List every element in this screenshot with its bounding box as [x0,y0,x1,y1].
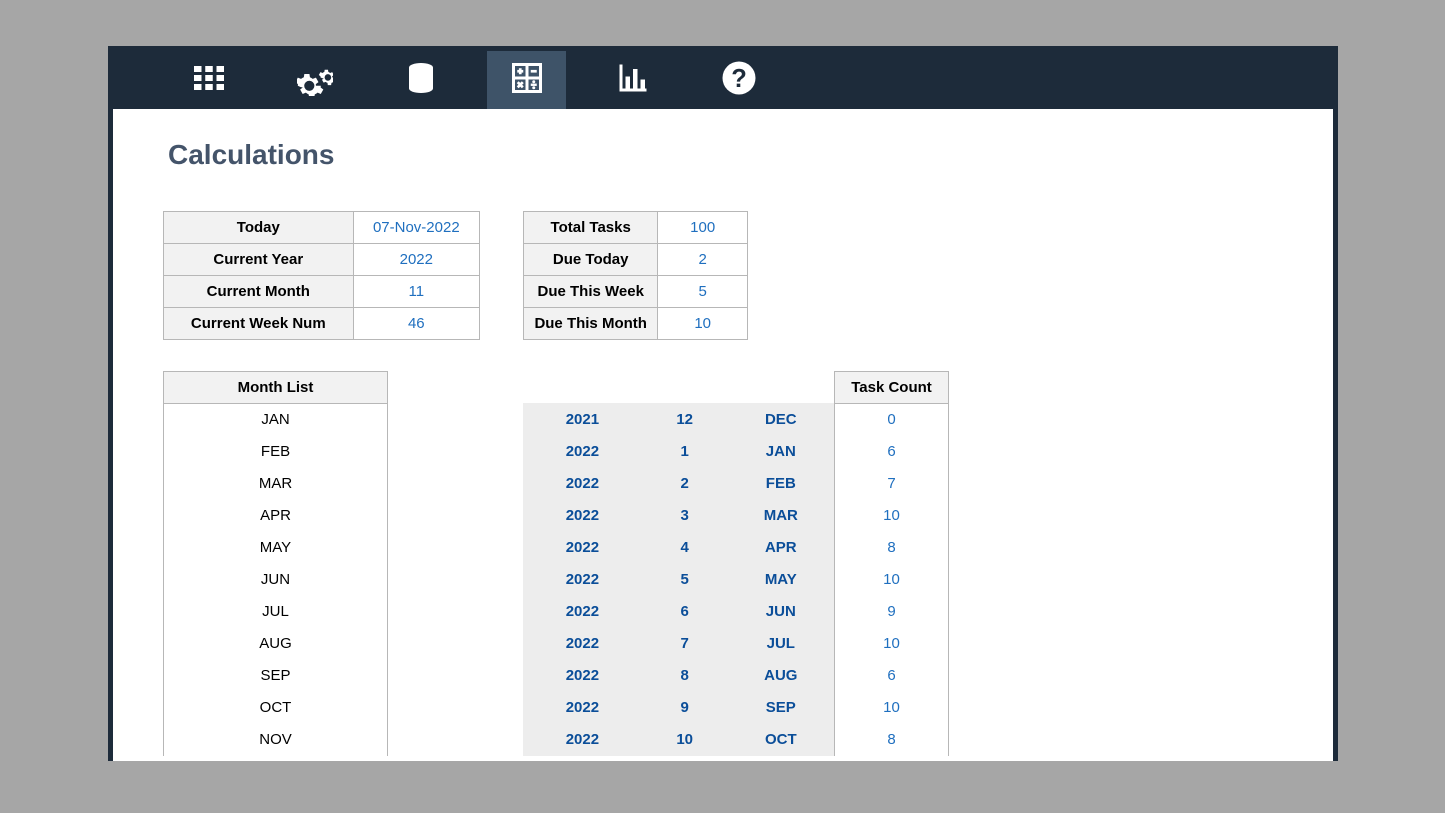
metric-label: Due Today [524,244,658,276]
task-count-value: 6 [835,436,949,468]
task-count-value: 8 [835,532,949,564]
metric-label: Current Month [164,276,354,308]
navbar: ? [113,51,1333,109]
ym-year: 2022 [524,660,642,692]
ym-month: JUN [728,596,833,628]
ym-month: MAR [728,500,833,532]
page-title: Calculations [168,139,334,171]
task-count-value: 10 [835,692,949,724]
ym-year: 2022 [524,628,642,660]
metric-value: 5 [658,276,748,308]
task-count-value: 10 [835,628,949,660]
ym-year: 2022 [524,596,642,628]
month-list-item: OCT [164,692,388,724]
year-month-block: 202112DEC20221JAN20222FEB20223MAR20224AP… [523,403,834,756]
ym-month: SEP [728,692,833,724]
task-metrics-table: Total Tasks100Due Today2Due This Week5Du… [523,211,748,340]
month-list-header: Month List [164,372,388,404]
month-list-item: APR [164,500,388,532]
month-list-item: JUN [164,564,388,596]
database-icon [403,60,439,101]
month-list-item: JUL [164,596,388,628]
nav-grid[interactable] [169,51,248,109]
ym-month: FEB [728,468,833,500]
help-icon: ? [721,60,757,101]
month-list-item: JAN [164,404,388,436]
month-list-item: NOV [164,724,388,756]
month-list-item: AUG [164,628,388,660]
metric-value: 46 [353,308,479,340]
task-count-value: 10 [835,500,949,532]
ym-num: 2 [641,468,728,500]
month-list-item: MAR [164,468,388,500]
ym-num: 9 [641,692,728,724]
date-metrics-table: Today07-Nov-2022Current Year2022Current … [163,211,480,340]
task-count-header: Task Count [835,372,949,404]
task-count-value: 9 [835,596,949,628]
ym-num: 8 [641,660,728,692]
calculator-icon [509,60,545,101]
task-count-value: 8 [835,724,949,756]
ym-num: 1 [641,436,728,468]
ym-month: AUG [728,660,833,692]
task-count-value: 10 [835,564,949,596]
nav-settings[interactable] [275,51,354,109]
metric-label: Current Week Num [164,308,354,340]
ym-num: 7 [641,628,728,660]
ym-year: 2022 [524,436,642,468]
ym-num: 10 [641,724,728,756]
ym-month: JAN [728,436,833,468]
gears-icon [297,60,333,101]
metric-label: Due This Month [524,308,658,340]
metric-value: 2 [658,244,748,276]
metric-label: Today [164,212,354,244]
nav-data[interactable] [381,51,460,109]
ym-month: MAY [728,564,833,596]
svg-text:?: ? [731,65,747,93]
ym-num: 6 [641,596,728,628]
app-frame: ? Calculations Today07-Nov-2022Current Y… [108,46,1338,761]
metric-value: 07-Nov-2022 [353,212,479,244]
month-list-item: SEP [164,660,388,692]
ym-month: JUL [728,628,833,660]
metric-value: 2022 [353,244,479,276]
task-count-value: 7 [835,468,949,500]
ym-num: 4 [641,532,728,564]
ym-num: 5 [641,564,728,596]
month-list-table: Month List JANFEBMARAPRMAYJUNJULAUGSEPOC… [163,371,388,756]
ym-month: DEC [728,404,833,436]
month-list-item: FEB [164,436,388,468]
nav-charts[interactable] [593,51,672,109]
ym-month: APR [728,532,833,564]
ym-year: 2022 [524,692,642,724]
month-list-item: MAY [164,532,388,564]
metric-value: 10 [658,308,748,340]
ym-year: 2022 [524,724,642,756]
task-count-value: 6 [835,660,949,692]
metric-label: Due This Week [524,276,658,308]
ym-year: 2022 [524,468,642,500]
grid-icon [191,60,227,101]
ym-num: 3 [641,500,728,532]
task-count-value: 0 [835,404,949,436]
content-area: Calculations Today07-Nov-2022Current Yea… [113,109,1333,761]
ym-year: 2021 [524,404,642,436]
ym-num: 12 [641,404,728,436]
metric-value: 100 [658,212,748,244]
metric-label: Current Year [164,244,354,276]
metric-label: Total Tasks [524,212,658,244]
ym-month: OCT [728,724,833,756]
nav-help[interactable]: ? [699,51,778,109]
ym-year: 2022 [524,532,642,564]
bar-chart-icon [615,60,651,101]
metric-value: 11 [353,276,479,308]
ym-year: 2022 [524,500,642,532]
ym-year: 2022 [524,564,642,596]
nav-calculations[interactable] [487,51,566,109]
task-count-table: Task Count 067108109106108 [834,371,949,756]
